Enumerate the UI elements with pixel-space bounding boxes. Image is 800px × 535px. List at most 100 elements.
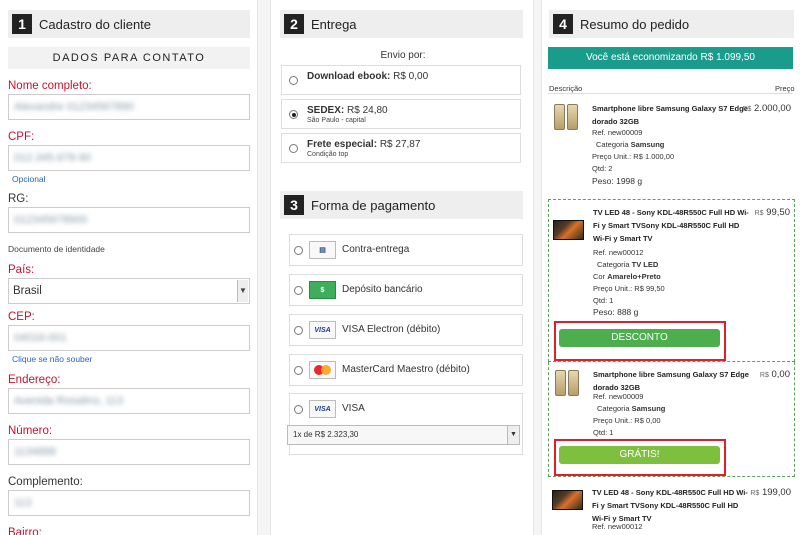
step-number: 2	[284, 14, 304, 34]
radio-button[interactable]	[294, 326, 303, 335]
order-item: Smartphone libre Samsung Galaxy S7 Edge …	[548, 96, 795, 192]
installments-select[interactable]: 1x de R$ 2.323,30 ▼	[287, 425, 520, 445]
payment-option-deposito[interactable]: $ Depósito bancário	[289, 274, 523, 306]
payment-section-header: 3 Forma de pagamento	[280, 191, 523, 219]
nome-input[interactable]: Alexandre 01234567890	[8, 94, 250, 120]
step-number: 3	[284, 195, 304, 215]
payment-option-maestro[interactable]: MasterCard Maestro (débito)	[289, 354, 523, 386]
shipping-name: SEDEX:	[307, 105, 345, 116]
mastercard-maestro-icon	[309, 361, 336, 379]
pais-value: Brasil	[13, 285, 42, 297]
item-name[interactable]: TV LED 48 - Sony KDL-48R550C Full HD Wi-…	[592, 486, 750, 525]
item-price: R$ 99,50	[755, 207, 790, 218]
item-unit-price: Preço Unit.: R$ 0,00	[593, 416, 661, 425]
shipping-option-ebook[interactable]: Download ebook: R$ 0,00	[281, 65, 521, 95]
shipping-option-frete-especial[interactable]: Frete especial: R$ 27,87 Condição top	[281, 133, 521, 163]
bairro-label: Bairro:	[8, 527, 42, 535]
complemento-input[interactable]: 113	[8, 490, 250, 516]
order-item-discount: TV LED 48 - Sony KDL-48R550C Full HD Wi-…	[548, 199, 795, 362]
cep-lookup-link[interactable]: Clique se não souber	[12, 354, 92, 364]
rg-label: RG:	[8, 193, 29, 205]
item-price: R$ 2.000,00	[742, 103, 791, 114]
unit-label: Preço Unit.:	[592, 152, 632, 161]
tv-thumbnail	[553, 220, 584, 240]
item-name[interactable]: Smartphone libre Samsung Galaxy S7 Edge …	[592, 102, 750, 128]
gift-highlight: GRÁTIS!	[554, 439, 726, 476]
payment-option-visa-electron[interactable]: VISA VISA Electron (débito)	[289, 314, 523, 346]
unit-value: R$ 1.000,00	[633, 152, 675, 161]
cep-input[interactable]: 04016-001	[8, 325, 250, 351]
nome-label: Nome completo:	[8, 80, 92, 92]
item-price-value: 2.000,00	[754, 103, 791, 114]
cash-on-delivery-icon: ▤	[309, 241, 336, 259]
pais-select[interactable]: Brasil ▼	[8, 278, 250, 304]
category-value: Samsung	[630, 140, 665, 149]
radio-button[interactable]	[294, 286, 303, 295]
savings-banner: Você está economizando R$ 1.099,50	[548, 47, 793, 69]
item-ref: Ref. new00012	[592, 522, 643, 531]
unit-value: R$ 99,50	[634, 284, 665, 293]
item-price-value: 99,50	[766, 207, 790, 218]
payment-option-visa[interactable]: VISA VISA	[289, 393, 523, 455]
visa-electron-icon: VISA	[309, 321, 336, 339]
item-weight: Peso: 1998 g	[592, 176, 643, 186]
pais-label: País:	[8, 264, 35, 276]
item-currency: R$	[759, 372, 769, 379]
visa-icon: VISA	[309, 400, 336, 418]
category-label: Categoria	[597, 260, 630, 269]
discount-button[interactable]: DESCONTO	[559, 329, 720, 347]
numero-input[interactable]: 1134888	[8, 439, 250, 465]
item-price-value: 0,00	[771, 369, 791, 380]
endereco-label: Endereço:	[8, 374, 61, 386]
envio-label: Envio por:	[380, 50, 426, 61]
payment-label: VISA	[342, 403, 365, 414]
item-ref: Ref. new00009	[593, 392, 644, 401]
radio-button-selected[interactable]	[289, 110, 298, 119]
payment-label: Depósito bancário	[342, 284, 423, 295]
step-number: 4	[553, 14, 573, 34]
radio-button[interactable]	[294, 405, 303, 414]
order-item: TV LED 48 - Sony KDL-48R550C Full HD Wi-…	[548, 480, 795, 535]
radio-button[interactable]	[289, 144, 298, 153]
item-currency: R$	[742, 106, 752, 113]
rg-input[interactable]: 012345678900	[8, 207, 250, 233]
item-ref: Ref. new00012	[593, 248, 644, 257]
shipping-sub: São Paulo - capital	[307, 117, 366, 124]
payment-option-contra-entrega[interactable]: ▤ Contra-entrega	[289, 234, 523, 266]
shipping-name: Download ebook:	[307, 71, 391, 82]
unit-label: Preço Unit.:	[593, 416, 633, 425]
item-price: R$ 0,00	[760, 369, 790, 380]
cpf-input[interactable]: 012.345.678-90	[8, 145, 250, 171]
shipping-sub: Condição top	[307, 151, 349, 158]
category-label: Categoria	[596, 140, 629, 149]
unit-value: R$ 0,00	[634, 416, 661, 425]
item-unit-price: Preço Unit.: R$ 1.000,00	[592, 152, 674, 161]
color-label: Cor	[593, 272, 606, 281]
shipping-price: R$ 0,00	[393, 71, 429, 82]
radio-button[interactable]	[294, 246, 303, 255]
item-name[interactable]: Smartphone libre Samsung Galaxy S7 Edge …	[593, 368, 751, 394]
gift-button[interactable]: GRÁTIS!	[559, 446, 720, 464]
endereco-input[interactable]: Avenida Rosalinú, 113	[8, 388, 250, 414]
payment-label: MasterCard Maestro (débito)	[342, 364, 470, 375]
category-value: TV LED	[631, 260, 659, 269]
phone-thumbnail	[552, 102, 583, 132]
chevron-down-icon[interactable]: ▼	[507, 426, 519, 444]
item-price-value: 199,00	[761, 487, 791, 498]
item-price: R$ 199,00	[750, 487, 791, 498]
customer-section-header: 1 Cadastro do cliente	[8, 10, 250, 38]
radio-button[interactable]	[289, 76, 298, 85]
item-color: Cor Amarelo+Preto	[593, 272, 661, 281]
radio-button[interactable]	[294, 366, 303, 375]
rg-hint: Documento de identidade	[8, 244, 105, 254]
shipping-option-sedex[interactable]: SEDEX: R$ 24,80 São Paulo - capital	[281, 99, 521, 129]
item-name[interactable]: TV LED 48 - Sony KDL-48R550C Full HD Wi-…	[593, 206, 751, 245]
summary-section-header: 4 Resumo do pedido	[549, 10, 794, 38]
color-value: Amarelo+Preto	[607, 272, 661, 281]
chevron-down-icon[interactable]: ▼	[237, 280, 248, 302]
item-category: Categoria Samsung	[596, 140, 664, 149]
payment-label: Contra-entrega	[342, 244, 410, 255]
installments-value: 1x de R$ 2.323,30	[293, 430, 359, 439]
section-title: Entrega	[311, 16, 357, 32]
cep-label: CEP:	[8, 311, 35, 323]
